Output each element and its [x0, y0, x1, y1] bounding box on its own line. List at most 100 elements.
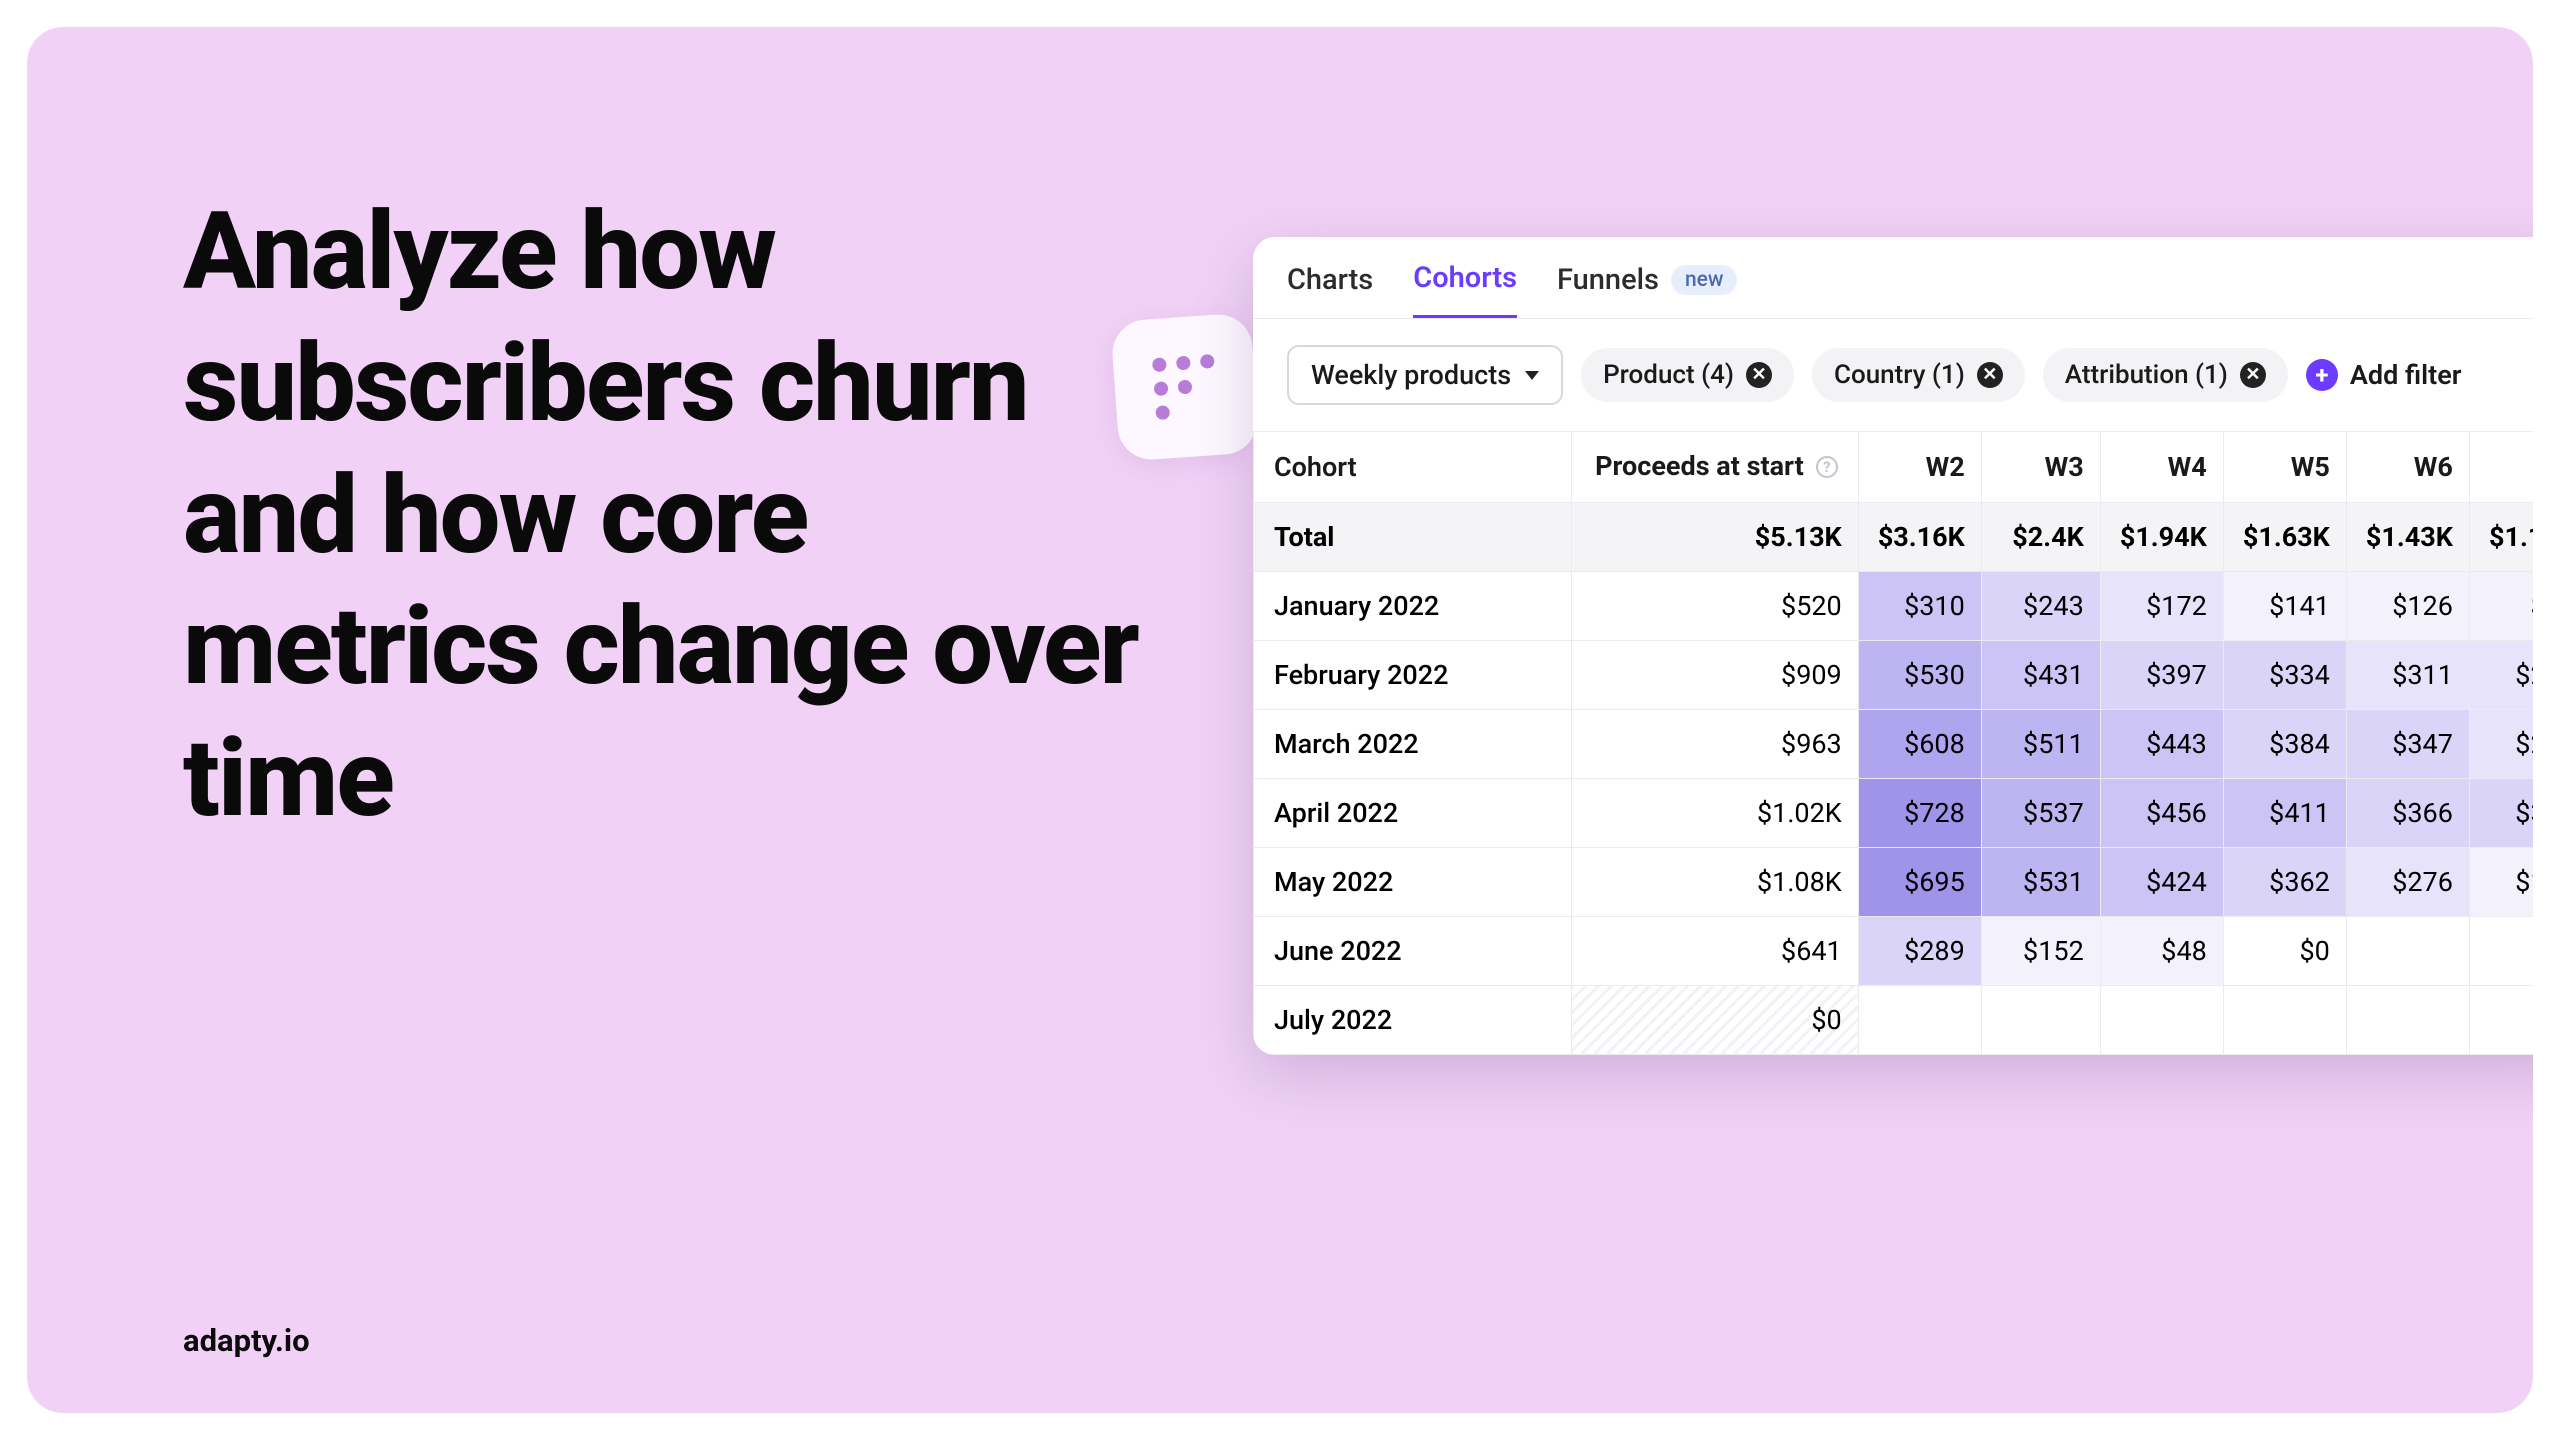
cohort-table-wrap: Cohort Proceeds at start ? W2 W3 W4 W5	[1253, 431, 2533, 1055]
cohorts-panel: Charts Cohorts Funnels new Weekly produc…	[1253, 237, 2533, 1055]
tab-charts[interactable]: Charts	[1287, 263, 1373, 317]
table-row: March 2022$963$608$511$443$384$347$287	[1254, 709, 2534, 778]
tabs: Charts Cohorts Funnels new	[1253, 237, 2533, 319]
cell-w7	[2469, 985, 2533, 1054]
filter-bar: Weekly products Product (4) ✕ Country (1…	[1253, 319, 2533, 431]
cell-w2: $310	[1858, 571, 1981, 640]
cell-w4: $397	[2100, 640, 2223, 709]
tab-funnels[interactable]: Funnels new	[1557, 263, 1737, 317]
cell-w4: $424	[2100, 847, 2223, 916]
cell-w4: $443	[2100, 709, 2223, 778]
cell-w5: $0	[2223, 916, 2346, 985]
filter-chip-label: Attribution (1)	[2065, 360, 2228, 390]
table-row: July 2022$0	[1254, 985, 2534, 1054]
cell-proceeds: $1.08K	[1571, 847, 1858, 916]
cell-w2: $289	[1858, 916, 1981, 985]
col-w5: W5	[2223, 432, 2346, 503]
table-row: February 2022$909$530$431$397$334$311$28…	[1254, 640, 2534, 709]
cell-cohort: January 2022	[1254, 571, 1572, 640]
col-w2: W2	[1858, 432, 1981, 503]
cell-cohort: April 2022	[1254, 778, 1572, 847]
cell-w5: $1.63K	[2223, 502, 2346, 571]
cell-w5: $411	[2223, 778, 2346, 847]
col-cohort: Cohort	[1254, 432, 1572, 503]
table-row-total: Total$5.13K$3.16K$2.4K$1.94K$1.63K$1.43K…	[1254, 502, 2534, 571]
headline: Analyze how subscribers churn and how co…	[183, 187, 1143, 846]
cell-w6	[2346, 916, 2469, 985]
cell-cohort: Total	[1254, 502, 1572, 571]
cell-proceeds: $1.02K	[1571, 778, 1858, 847]
cell-w3: $2.4K	[1981, 502, 2100, 571]
outer-frame: Analyze how subscribers churn and how co…	[0, 0, 2560, 1440]
brand-label: adapty.io	[183, 1322, 310, 1359]
cell-w7: $287	[2469, 640, 2533, 709]
cell-w5	[2223, 985, 2346, 1054]
cell-w4: $172	[2100, 571, 2223, 640]
cell-cohort: July 2022	[1254, 985, 1572, 1054]
cell-w4	[2100, 985, 2223, 1054]
cell-w2: $530	[1858, 640, 1981, 709]
cell-w2: $728	[1858, 778, 1981, 847]
cell-w2	[1858, 985, 1981, 1054]
cell-w4: $456	[2100, 778, 2223, 847]
cell-w5: $384	[2223, 709, 2346, 778]
cell-w2: $3.16K	[1858, 502, 1981, 571]
help-icon[interactable]: ?	[1816, 456, 1838, 478]
table-header-row: Cohort Proceeds at start ? W2 W3 W4 W5	[1254, 432, 2534, 503]
close-icon[interactable]: ✕	[1977, 362, 2003, 388]
cell-w7: $1.15K	[2469, 502, 2533, 571]
cell-w5: $334	[2223, 640, 2346, 709]
filter-chip-country[interactable]: Country (1) ✕	[1812, 348, 2025, 402]
cell-w5: $141	[2223, 571, 2346, 640]
col-proceeds: Proceeds at start ?	[1571, 432, 1858, 503]
table-row: January 2022$520$310$243$172$141$126$96	[1254, 571, 2534, 640]
cell-w7: $322	[2469, 778, 2533, 847]
col-w4: W4	[2100, 432, 2223, 503]
filter-chip-attribution[interactable]: Attribution (1) ✕	[2043, 348, 2288, 402]
cell-w5: $362	[2223, 847, 2346, 916]
cell-w2: $695	[1858, 847, 1981, 916]
cell-proceeds: $963	[1571, 709, 1858, 778]
filter-chip-label: Product (4)	[1603, 360, 1734, 390]
cell-cohort: May 2022	[1254, 847, 1572, 916]
promo-card: Analyze how subscribers churn and how co…	[27, 27, 2533, 1413]
new-badge: new	[1671, 265, 1738, 295]
close-icon[interactable]: ✕	[1746, 362, 1772, 388]
cell-cohort: June 2022	[1254, 916, 1572, 985]
cell-w3: $243	[1981, 571, 2100, 640]
chevron-down-icon	[1525, 371, 1539, 380]
cell-w6: $276	[2346, 847, 2469, 916]
tab-cohorts[interactable]: Cohorts	[1413, 261, 1517, 318]
cell-cohort: March 2022	[1254, 709, 1572, 778]
cell-w4: $1.94K	[2100, 502, 2223, 571]
cell-w7	[2469, 916, 2533, 985]
cell-proceeds: $520	[1571, 571, 1858, 640]
cell-w6: $126	[2346, 571, 2469, 640]
cell-proceeds: $909	[1571, 640, 1858, 709]
cell-w2: $608	[1858, 709, 1981, 778]
cell-proceeds: $0	[1571, 985, 1858, 1054]
col-proceeds-label: Proceeds at start	[1595, 450, 1804, 484]
cell-w6	[2346, 985, 2469, 1054]
close-icon[interactable]: ✕	[2240, 362, 2266, 388]
cell-proceeds: $5.13K	[1571, 502, 1858, 571]
filter-chip-label: Country (1)	[1834, 360, 1965, 390]
cell-w3: $511	[1981, 709, 2100, 778]
cell-w4: $48	[2100, 916, 2223, 985]
cell-w6: $311	[2346, 640, 2469, 709]
cohort-table: Cohort Proceeds at start ? W2 W3 W4 W5	[1253, 431, 2533, 1055]
col-w7: W7	[2469, 432, 2533, 503]
cell-w6: $366	[2346, 778, 2469, 847]
filter-chip-product[interactable]: Product (4) ✕	[1581, 348, 1794, 402]
col-w3: W3	[1981, 432, 2100, 503]
add-filter-button[interactable]: + Add filter	[2306, 359, 2462, 391]
cell-w3: $431	[1981, 640, 2100, 709]
cell-w3: $152	[1981, 916, 2100, 985]
tab-funnels-label: Funnels	[1557, 263, 1659, 297]
table-row: June 2022$641$289$152$48$0	[1254, 916, 2534, 985]
cell-w3: $531	[1981, 847, 2100, 916]
cell-w6: $1.43K	[2346, 502, 2469, 571]
cell-w6: $347	[2346, 709, 2469, 778]
col-w6: W6	[2346, 432, 2469, 503]
period-dropdown[interactable]: Weekly products	[1287, 345, 1563, 405]
